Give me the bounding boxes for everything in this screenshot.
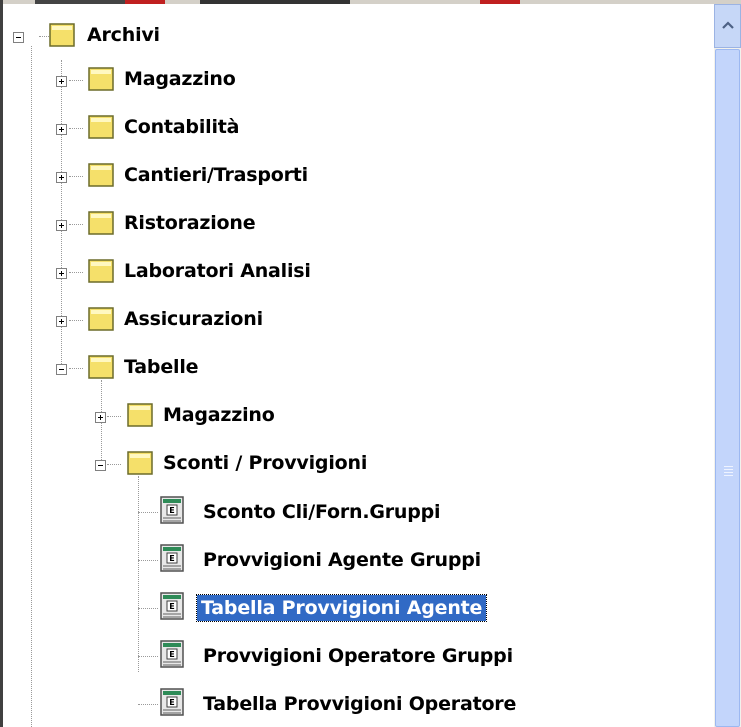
vertical-scrollbar[interactable]: [714, 4, 741, 727]
tree-leaf-provvigioni-operatore-gruppi[interactable]: E Provvigioni Operatore Gruppi: [3, 634, 583, 678]
tree-node-label: Archivi: [87, 24, 160, 46]
folder-icon: [88, 355, 114, 379]
tree-leaf-sconto-cli-forn-gruppi[interactable]: E Sconto Cli/Forn.Gruppi: [3, 490, 523, 534]
folder-icon: [88, 163, 114, 187]
tree-node-sconti-provvigioni[interactable]: Sconti / Provvigioni: [3, 442, 423, 486]
expand-toggle-icon[interactable]: [56, 76, 67, 87]
tree-node-archivi[interactable]: Archivi: [3, 14, 203, 58]
tree-node-label: Tabelle: [124, 356, 199, 378]
tree-leaf-label: Sconto Cli/Forn.Gruppi: [203, 501, 441, 523]
scroll-thumb[interactable]: [715, 49, 740, 727]
collapse-toggle-icon[interactable]: [13, 32, 24, 43]
tree-node-assicurazioni[interactable]: Assicurazioni: [3, 298, 303, 342]
tree-node-cantieri-trasporti[interactable]: Cantieri/Trasporti: [3, 154, 363, 198]
tree-node-laboratori-analisi[interactable]: Laboratori Analisi: [3, 250, 363, 294]
expand-toggle-icon[interactable]: [56, 172, 67, 183]
collapse-toggle-icon[interactable]: [95, 460, 106, 471]
expand-toggle-icon[interactable]: [56, 220, 67, 231]
folder-icon: [127, 403, 153, 427]
folder-icon: [88, 211, 114, 235]
folder-icon: [49, 23, 75, 47]
folder-icon: [88, 115, 114, 139]
tree-node-ristorazione[interactable]: Ristorazione: [3, 202, 303, 246]
table-document-icon: E: [160, 640, 184, 668]
tree-leaf-label-selected: Tabella Provvigioni Agente: [195, 594, 488, 622]
scroll-up-button[interactable]: [714, 4, 741, 48]
tree-leaf-provvigioni-agente-gruppi[interactable]: E Provvigioni Agente Gruppi: [3, 538, 543, 582]
tree-node-tabelle-magazzino[interactable]: Magazzino: [3, 394, 343, 438]
svg-text:E: E: [169, 698, 174, 707]
folder-icon: [88, 67, 114, 91]
tree-node-label: Laboratori Analisi: [124, 260, 311, 282]
folder-icon: [127, 451, 153, 475]
expand-toggle-icon[interactable]: [56, 316, 67, 327]
svg-text:E: E: [169, 602, 174, 611]
tree-node-label: Contabilità: [124, 116, 240, 138]
tree-node-magazzino[interactable]: Magazzino: [3, 58, 303, 102]
expand-toggle-icon[interactable]: [56, 268, 67, 279]
folder-tree[interactable]: Archivi Magazzino Contabilità Cantieri/T…: [3, 4, 714, 727]
table-document-icon: E: [160, 592, 184, 620]
table-document-icon: E: [160, 496, 184, 524]
tree-node-label: Magazzino: [124, 68, 236, 90]
svg-text:E: E: [169, 650, 174, 659]
chevron-up-icon: [722, 21, 734, 29]
expand-toggle-icon[interactable]: [56, 124, 67, 135]
tree-node-label: Magazzino: [163, 404, 275, 426]
collapse-toggle-icon[interactable]: [56, 364, 67, 375]
tree-node-label: Assicurazioni: [124, 308, 263, 330]
tree-leaf-tabella-provvigioni-agente[interactable]: E Tabella Provvigioni Agente: [3, 586, 563, 630]
tree-leaf-label: Provvigioni Agente Gruppi: [203, 549, 481, 571]
svg-text:E: E: [169, 554, 174, 563]
tree-node-tabelle[interactable]: Tabelle: [3, 346, 303, 390]
tree-node-label: Cantieri/Trasporti: [124, 164, 308, 186]
tree-leaf-tabella-provvigioni-operatore[interactable]: E Tabella Provvigioni Operatore: [3, 682, 593, 726]
tree-node-label: Sconti / Provvigioni: [163, 452, 368, 474]
table-document-icon: E: [160, 688, 184, 716]
folder-icon: [88, 307, 114, 331]
tree-node-contabilita[interactable]: Contabilità: [3, 106, 303, 150]
folder-icon: [88, 259, 114, 283]
tree-leaf-label: Provvigioni Operatore Gruppi: [203, 645, 513, 667]
table-document-icon: E: [160, 544, 184, 572]
tree-node-label: Ristorazione: [124, 212, 256, 234]
tree-leaf-label: Tabella Provvigioni Operatore: [203, 693, 517, 715]
svg-text:E: E: [169, 506, 174, 515]
expand-toggle-icon[interactable]: [95, 412, 106, 423]
